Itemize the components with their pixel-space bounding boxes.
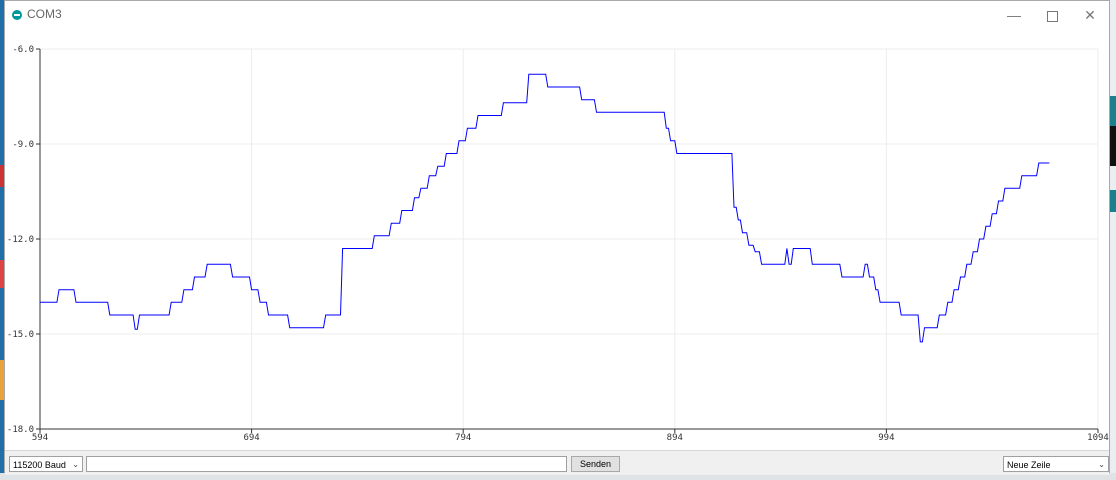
window-title: COM3 xyxy=(27,7,62,21)
y-tick-label: -9.0 xyxy=(12,140,34,150)
line-ending-value: Neue Zeile xyxy=(1007,460,1051,470)
background-right-strip xyxy=(1110,0,1116,480)
x-tick-label: 894 xyxy=(667,433,683,443)
background-accent xyxy=(1110,96,1116,126)
minimize-button[interactable]: — xyxy=(995,1,1033,29)
series-line xyxy=(40,73,1050,343)
x-tick-label: 994 xyxy=(878,433,894,443)
send-button[interactable]: Senden xyxy=(571,456,620,472)
y-tick-label: -15.0 xyxy=(7,330,34,340)
x-tick-label: 594 xyxy=(32,433,48,443)
x-tick-label: 1094 xyxy=(1087,433,1109,443)
y-tick-label: -18.0 xyxy=(7,425,34,435)
serial-plotter-window: COM3 — ✕ 594 694 794 894 994 1094 -6.0 -9.0 -12.… xyxy=(4,0,1110,475)
bottom-toolbar: 115200 Baud ⌄ Senden Neue Zeile ⌄ xyxy=(5,450,1109,475)
send-input[interactable] xyxy=(86,456,567,472)
y-tick-label: -6.0 xyxy=(12,45,34,55)
line-chart: 594 694 794 894 994 1094 -6.0 -9.0 -12.0 -15.0 -18… xyxy=(7,45,1109,443)
maximize-button[interactable] xyxy=(1033,1,1071,29)
baud-rate-select[interactable]: 115200 Baud ⌄ xyxy=(9,456,83,472)
title-bar[interactable]: COM3 — ✕ xyxy=(5,1,1109,29)
x-tick-label: 794 xyxy=(455,433,471,443)
chevron-down-icon: ⌄ xyxy=(72,460,79,469)
chevron-down-icon: ⌄ xyxy=(1098,460,1105,469)
plot-area: 594 694 794 894 994 1094 -6.0 -9.0 -12.0 -15.0 -18… xyxy=(5,29,1109,449)
background-accent xyxy=(1110,190,1116,212)
y-tick-label: -12.0 xyxy=(7,235,34,245)
arduino-icon xyxy=(12,10,22,20)
baud-rate-value: 115200 Baud xyxy=(13,460,66,470)
maximize-icon xyxy=(1046,10,1058,22)
x-tick-label: 694 xyxy=(243,433,259,443)
close-button[interactable]: ✕ xyxy=(1071,1,1109,29)
line-ending-select[interactable]: Neue Zeile ⌄ xyxy=(1003,456,1109,472)
background-accent xyxy=(1110,126,1116,166)
